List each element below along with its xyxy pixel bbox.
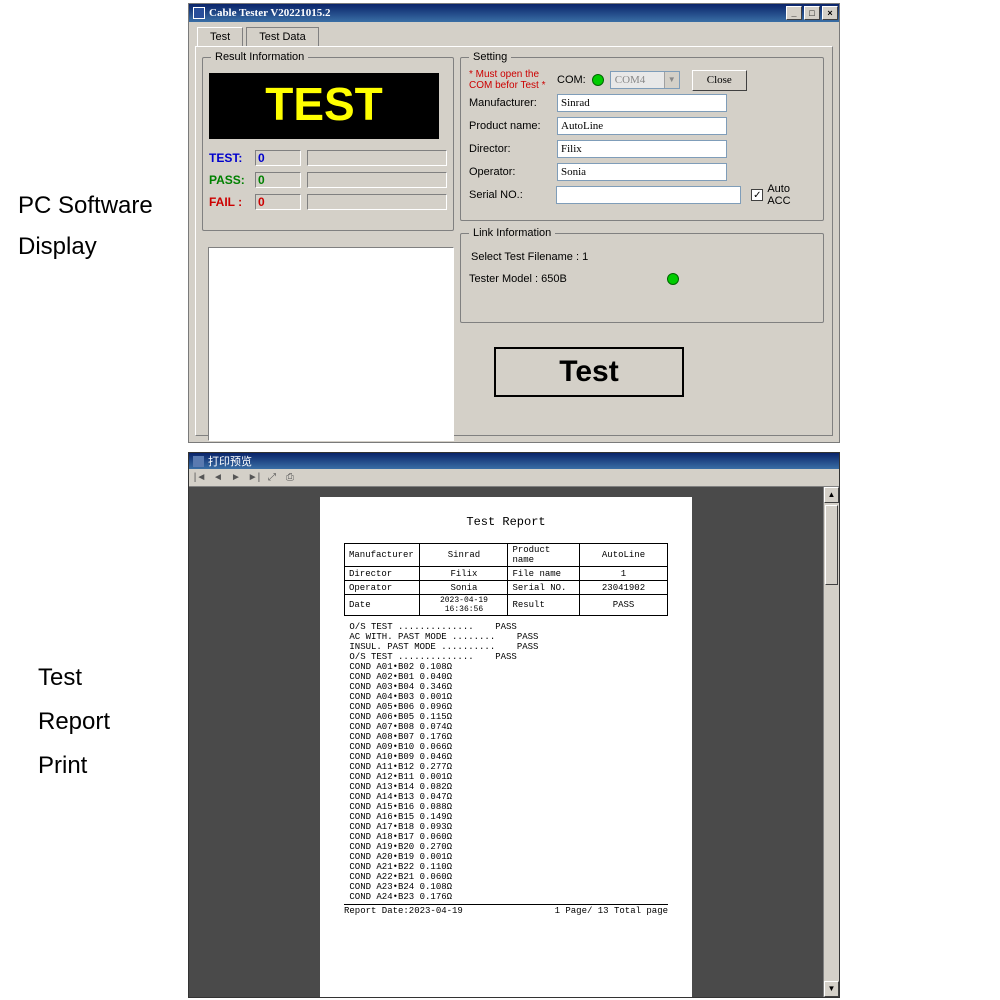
tab-test[interactable]: Test — [197, 27, 243, 46]
first-page-button[interactable]: |◄ — [193, 471, 207, 485]
fail-count-bar — [307, 194, 447, 210]
com-warning: * Must open the COM befor Test * — [469, 69, 557, 91]
tab-test-data[interactable]: Test Data — [246, 27, 318, 46]
chevron-down-icon: ▼ — [664, 72, 679, 88]
report-footer-date: Report Date:2023-04-19 — [344, 906, 463, 916]
window-title: Cable Tester V20221015.2 — [209, 7, 331, 19]
link-information-group: Link Information Select Test Filename : … — [460, 227, 824, 323]
close-window-button[interactable]: × — [822, 6, 838, 20]
manufacturer-label: Manufacturer: — [469, 97, 557, 109]
result-information-group: Result Information TEST TEST: 0 PASS: 0 … — [202, 51, 454, 231]
tester-status-led — [667, 273, 679, 285]
result-legend: Result Information — [211, 51, 308, 63]
scroll-down-button[interactable]: ▼ — [824, 981, 839, 997]
status-display: TEST — [209, 73, 439, 139]
serial-no-field[interactable] — [556, 186, 742, 204]
last-page-button[interactable]: ►| — [247, 471, 261, 485]
com-status-led — [592, 74, 604, 86]
manufacturer-field[interactable] — [557, 94, 727, 112]
setting-group: Setting * Must open the COM befor Test *… — [460, 51, 824, 221]
pass-count-value: 0 — [255, 172, 301, 188]
select-test-filename: Select Test Filename : 1 — [471, 251, 815, 263]
com-label: COM: — [557, 74, 586, 86]
serial-no-label: Serial NO.: — [469, 189, 556, 201]
auto-acc-label: Auto ACC — [767, 183, 815, 207]
report-title: Test Report — [344, 515, 668, 529]
auto-acc-checkbox[interactable]: ✓ — [751, 189, 763, 202]
log-textarea[interactable] — [208, 247, 454, 441]
preview-toolbar: |◄ ◄ ► ►| ⤢ ⎙ — [189, 469, 839, 487]
pass-count-label: PASS: — [209, 173, 255, 187]
preview-titlebar[interactable]: 打印预览 — [189, 453, 839, 469]
caption-report: Report — [38, 708, 110, 736]
link-legend: Link Information — [469, 227, 555, 239]
test-count-value: 0 — [255, 150, 301, 166]
titlebar[interactable]: Cable Tester V20221015.2 _ □ × — [189, 4, 839, 22]
print-button[interactable]: ⎙ — [283, 471, 297, 485]
product-name-field[interactable] — [557, 117, 727, 135]
com-port-value: COM4 — [615, 74, 646, 86]
operator-label: Operator: — [469, 166, 557, 178]
preview-window-title: 打印预览 — [208, 453, 252, 469]
report-footer-page: 1 Page/ 13 Total page — [555, 906, 668, 916]
tester-model: Tester Model : 650B — [469, 273, 567, 285]
com-port-select[interactable]: COM4 ▼ — [610, 71, 680, 89]
director-label: Director: — [469, 143, 557, 155]
tab-panel: Result Information TEST TEST: 0 PASS: 0 … — [195, 46, 833, 436]
scroll-up-button[interactable]: ▲ — [824, 487, 839, 503]
cable-tester-window: Cable Tester V20221015.2 _ □ × Test Test… — [188, 3, 840, 443]
product-name-label: Product name: — [469, 120, 557, 132]
test-button[interactable]: Test — [494, 347, 684, 397]
next-page-button[interactable]: ► — [229, 471, 243, 485]
print-preview-window: 打印预览 |◄ ◄ ► ►| ⤢ ⎙ Test Report Manufactu… — [188, 452, 840, 998]
fail-count-label: FAIL : — [209, 195, 255, 209]
scroll-thumb[interactable] — [825, 505, 838, 585]
preview-viewport[interactable]: Test Report ManufacturerSinrad Product n… — [189, 487, 823, 997]
report-header-table: ManufacturerSinrad Product nameAutoLine … — [344, 543, 668, 616]
preview-scrollbar[interactable]: ▲ ▼ — [823, 487, 839, 997]
test-count-label: TEST: — [209, 151, 255, 165]
zoom-button[interactable]: ⤢ — [265, 471, 279, 485]
caption-pc-software: PC Software — [18, 192, 153, 220]
setting-legend: Setting — [469, 51, 511, 63]
report-test-lines: O/S TEST .............. PASS AC WITH. PA… — [344, 622, 668, 902]
pass-count-bar — [307, 172, 447, 188]
fail-count-value: 0 — [255, 194, 301, 210]
test-count-bar — [307, 150, 447, 166]
app-icon — [193, 7, 205, 19]
prev-page-button[interactable]: ◄ — [211, 471, 225, 485]
director-field[interactable] — [557, 140, 727, 158]
preview-app-icon — [193, 456, 204, 467]
caption-display: Display — [18, 233, 97, 261]
operator-field[interactable] — [557, 163, 727, 181]
close-com-button[interactable]: Close — [692, 70, 747, 91]
maximize-button[interactable]: □ — [804, 6, 820, 20]
caption-print: Print — [38, 752, 87, 780]
caption-test: Test — [38, 664, 82, 692]
report-page: Test Report ManufacturerSinrad Product n… — [320, 497, 692, 997]
minimize-button[interactable]: _ — [786, 6, 802, 20]
